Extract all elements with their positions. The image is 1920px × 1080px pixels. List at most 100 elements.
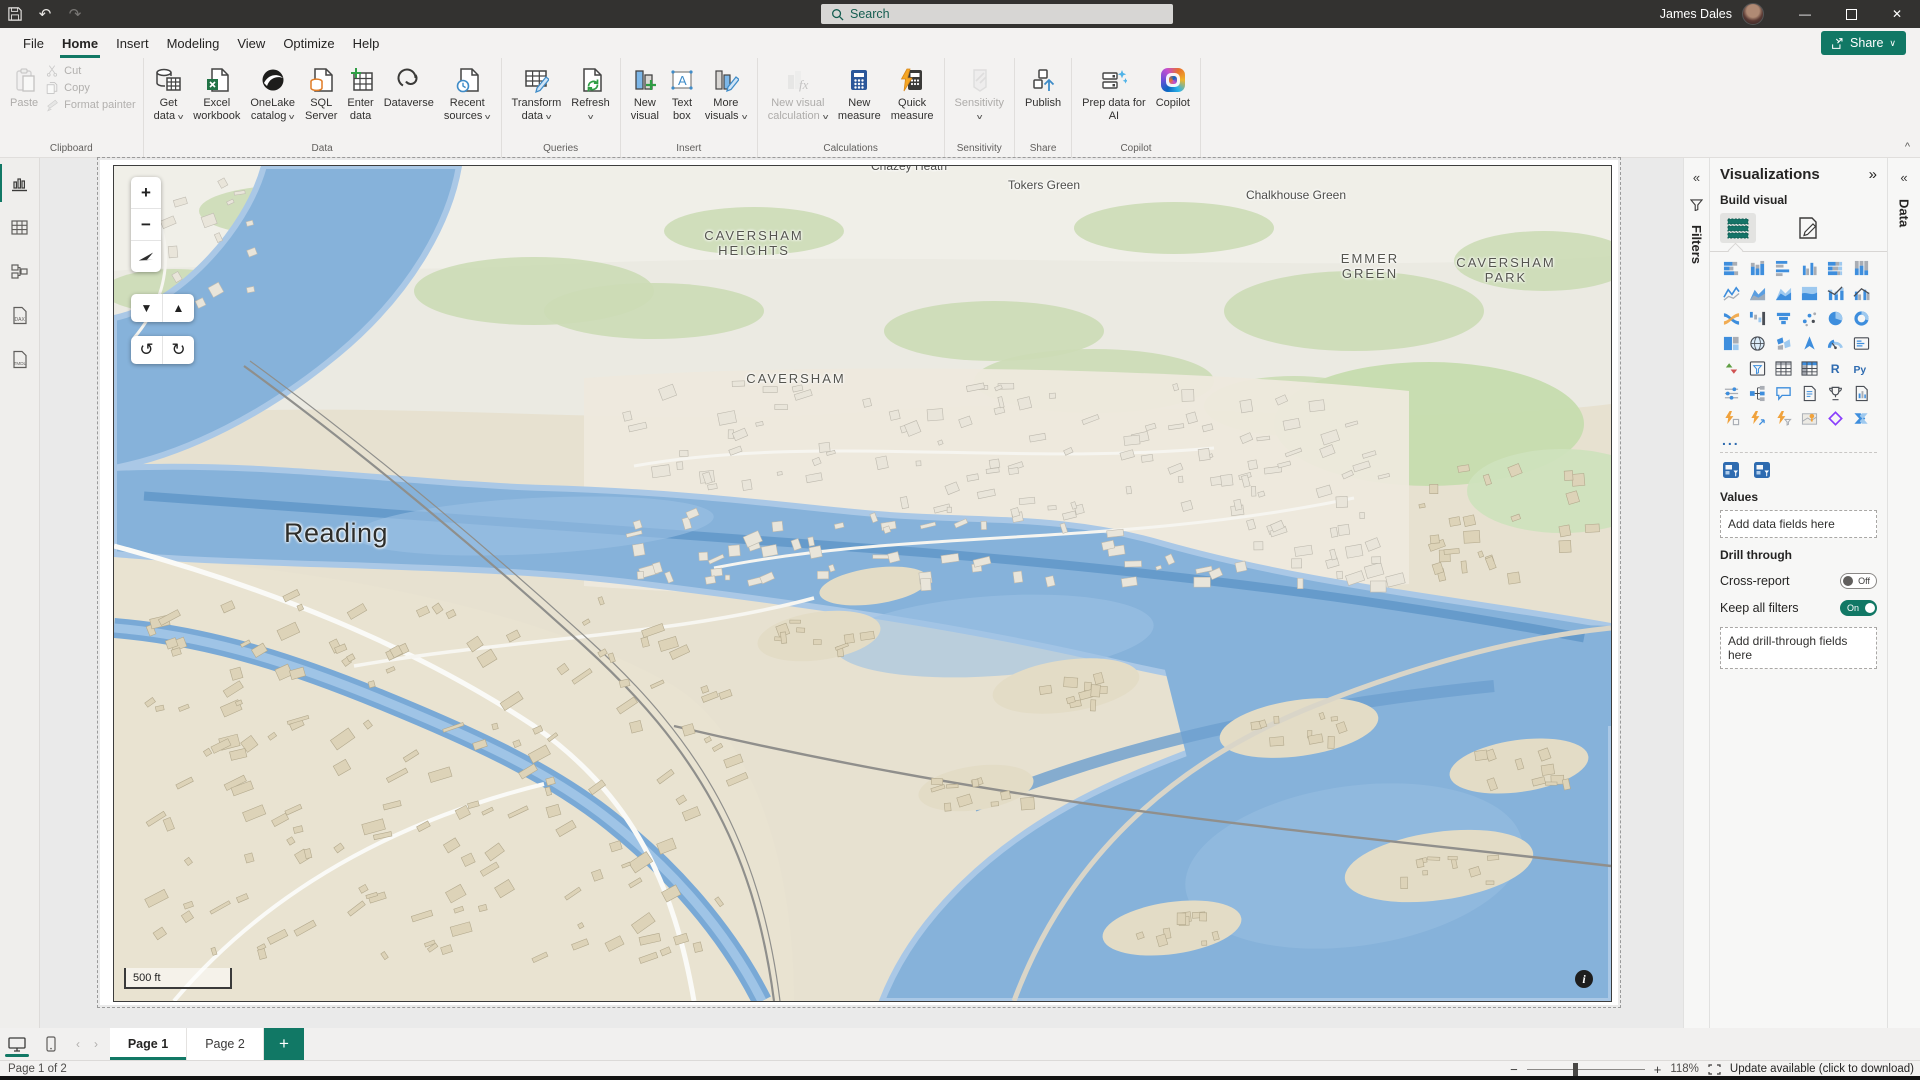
rotate-left-button[interactable]: ↺ [131, 336, 163, 364]
search-input[interactable]: Search [821, 4, 1173, 24]
r-script-visual-icon[interactable]: R [1825, 358, 1847, 378]
avatar[interactable] [1742, 3, 1764, 25]
user-name[interactable]: James Dales [1660, 7, 1732, 21]
mobile-view-button[interactable] [34, 1028, 68, 1060]
table-icon[interactable] [1772, 358, 1794, 378]
filters-pane-title[interactable]: Filters [1689, 225, 1704, 264]
drill-through-field-well[interactable]: Add drill-through fields here [1720, 627, 1877, 669]
zoom-slider-handle[interactable] [1573, 1063, 1578, 1076]
clustered-column-chart-icon[interactable] [1798, 258, 1820, 278]
report-canvas[interactable]: Chazey HeathTokers GreenChalkhouse Green… [40, 158, 1683, 1028]
kpi-icon[interactable] [1720, 358, 1742, 378]
matrix-icon[interactable] [1798, 358, 1820, 378]
zoom-in-button[interactable]: + [131, 177, 161, 209]
new-visual-button[interactable]: Newvisual [626, 60, 664, 122]
zoom-level[interactable]: 118% [1670, 1063, 1699, 1075]
multi-row-card-icon[interactable] [1851, 333, 1873, 353]
keep-all-filters-toggle[interactable]: On [1840, 600, 1877, 616]
tilt-down-button[interactable]: ▼ [131, 294, 163, 322]
publish-button[interactable]: Publish [1020, 60, 1066, 110]
area-chart-icon[interactable] [1746, 283, 1768, 303]
menu-tab-help[interactable]: Help [344, 31, 389, 56]
metrics-icon[interactable] [1825, 383, 1847, 403]
more-visual-options[interactable]: ... [1722, 432, 1877, 448]
format-visual-tab[interactable] [1790, 213, 1826, 243]
close-button[interactable]: ✕ [1874, 0, 1920, 28]
fit-to-page-icon[interactable] [1708, 1064, 1721, 1075]
menu-tab-optimize[interactable]: Optimize [274, 31, 343, 56]
refresh-button[interactable]: Refresh∨ [566, 60, 615, 122]
nav-model-view[interactable] [0, 254, 40, 288]
custom-visual-1-icon[interactable] [1720, 460, 1742, 480]
python-visual-icon[interactable]: Py [1851, 358, 1873, 378]
zoom-slider[interactable] [1527, 1069, 1645, 1070]
data-pane-title[interactable]: Data [1897, 199, 1912, 227]
page-tab-1[interactable]: Page 1 [110, 1028, 187, 1060]
maximize-button[interactable] [1828, 0, 1874, 28]
nav-report-view[interactable] [0, 166, 40, 200]
preview-visual-3-icon[interactable] [1772, 408, 1794, 428]
compass-button[interactable] [131, 241, 161, 272]
stacked-column-chart-icon[interactable] [1746, 258, 1768, 278]
desktop-view-button[interactable] [0, 1028, 34, 1060]
preview-visual-1-icon[interactable] [1720, 408, 1742, 428]
zoom-out-button[interactable]: − [131, 209, 161, 241]
power-apps-visual-icon[interactable] [1825, 408, 1847, 428]
transform-data-button[interactable]: Transformdata ∨ [507, 60, 567, 122]
gauge-icon[interactable] [1825, 333, 1847, 353]
undo-icon[interactable]: ↶ [30, 0, 60, 28]
prep-data-for-ai-button[interactable]: Prep data forAI [1077, 60, 1151, 122]
custom-visual-2-icon[interactable] [1751, 460, 1773, 480]
menu-tab-home[interactable]: Home [53, 31, 107, 56]
hundred-stacked-column-chart-icon[interactable] [1851, 258, 1873, 278]
azure-map-icon[interactable] [1798, 333, 1820, 353]
filled-map-icon[interactable] [1772, 333, 1794, 353]
slicer-icon[interactable] [1746, 358, 1768, 378]
rotate-right-button[interactable]: ↻ [163, 336, 194, 364]
stacked-bar-chart-icon[interactable] [1720, 258, 1742, 278]
report-page[interactable]: Chazey HeathTokers GreenChalkhouse Green… [100, 160, 1618, 1005]
new-measure-button[interactable]: Newmeasure [833, 60, 886, 122]
values-field-well[interactable]: Add data fields here [1720, 510, 1877, 538]
update-available-link[interactable]: Update available (click to download) [1730, 1063, 1914, 1075]
expand-data-icon[interactable]: « [1900, 170, 1907, 185]
zoom-out-status-icon[interactable]: − [1510, 1062, 1518, 1077]
nav-table-view[interactable] [0, 210, 40, 244]
collapse-visualizations-icon[interactable]: » [1869, 166, 1877, 183]
line-and-stacked-column-chart-icon[interactable] [1825, 283, 1847, 303]
clustered-bar-chart-icon[interactable] [1772, 258, 1794, 278]
cross-report-toggle[interactable]: Off [1840, 573, 1877, 589]
pie-chart-icon[interactable] [1825, 308, 1847, 328]
line-and-clustered-column-chart-icon[interactable] [1851, 283, 1873, 303]
stacked-area-chart-icon[interactable] [1772, 283, 1794, 303]
scatter-chart-icon[interactable] [1798, 308, 1820, 328]
onelake-catalog-button[interactable]: OneLakecatalog ∨ [245, 60, 300, 122]
menu-tab-view[interactable]: View [228, 31, 274, 56]
dataverse-button[interactable]: Dataverse [379, 60, 439, 110]
tilt-up-button[interactable]: ▲ [163, 294, 194, 322]
menu-tab-file[interactable]: File [14, 31, 53, 56]
new-page-button[interactable]: + [264, 1028, 304, 1060]
smart-narrative-icon[interactable] [1798, 383, 1820, 403]
build-visual-tab[interactable] [1720, 213, 1756, 243]
waterfall-chart-icon[interactable] [1746, 308, 1768, 328]
get-data-button[interactable]: Getdata ∨ [149, 60, 189, 122]
paginated-report-icon[interactable] [1851, 383, 1873, 403]
treemap-icon[interactable] [1720, 333, 1742, 353]
menu-tab-insert[interactable]: Insert [107, 31, 158, 56]
qa-visual-icon[interactable] [1772, 383, 1794, 403]
nav-tmdl-view[interactable]: TMDL [0, 342, 40, 376]
text-box-button[interactable]: ATextbox [664, 60, 700, 122]
share-button[interactable]: Share ∨ [1821, 31, 1906, 55]
collapse-ribbon-icon[interactable]: ^ [1905, 141, 1910, 153]
save-icon[interactable] [0, 0, 30, 28]
minimize-button[interactable]: — [1782, 0, 1828, 28]
key-influencers-icon[interactable] [1720, 383, 1742, 403]
enter-data-button[interactable]: Enterdata [342, 60, 378, 122]
preview-visual-2-icon[interactable] [1746, 408, 1768, 428]
power-automate-visual-icon[interactable] [1851, 408, 1873, 428]
sql-server-button[interactable]: SQLServer [300, 60, 342, 122]
more-visuals-button[interactable]: Morevisuals ∨ [700, 60, 752, 122]
nav-dax-query-view[interactable]: DAX [0, 298, 40, 332]
menu-tab-modeling[interactable]: Modeling [158, 31, 229, 56]
